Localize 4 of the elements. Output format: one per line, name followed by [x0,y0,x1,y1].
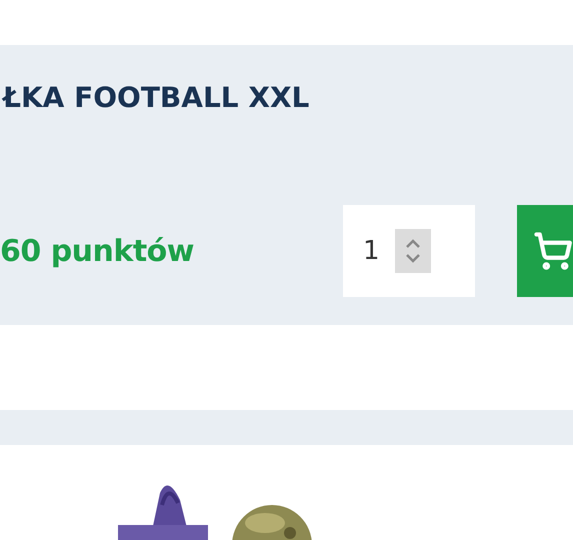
add-to-cart-button[interactable] [517,205,573,297]
product-title: ŁKA FOOTBALL XXL [0,81,310,116]
stepper-icon[interactable] [395,229,431,273]
product-price: 60 punktów [0,234,195,268]
